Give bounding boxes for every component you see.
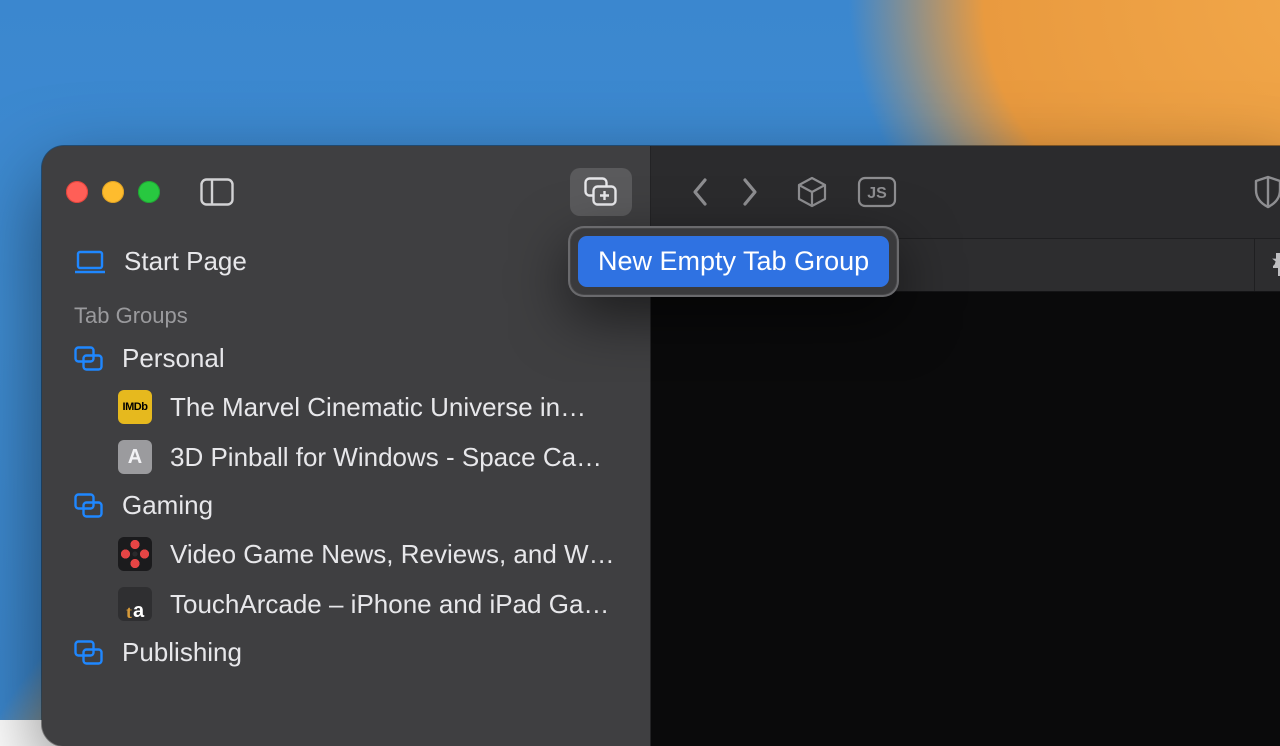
minimize-window-button[interactable] bbox=[102, 181, 124, 203]
sidebar-group-personal[interactable]: Personal bbox=[64, 335, 628, 382]
sidebar-tab-item[interactable]: A 3D Pinball for Windows - Space Ca… bbox=[64, 432, 628, 482]
menu-item-new-empty-tab-group[interactable]: New Empty Tab Group bbox=[578, 236, 889, 287]
sidebar-tab-label: 3D Pinball for Windows - Space Ca… bbox=[170, 442, 602, 473]
cube-icon[interactable] bbox=[795, 175, 829, 209]
shield-icon[interactable] bbox=[1254, 175, 1280, 209]
sidebar-tab-item[interactable]: Video Game News, Reviews, and W… bbox=[64, 529, 628, 579]
forward-button[interactable] bbox=[739, 176, 759, 208]
svg-text:JS: JS bbox=[867, 185, 887, 202]
tab-group-icon bbox=[74, 346, 104, 372]
sidebar-content: Start Page Tab Groups Personal IMDb The … bbox=[42, 238, 650, 676]
favicon-imdb: IMDb bbox=[118, 390, 152, 424]
tab-group-icon bbox=[74, 493, 104, 519]
back-button[interactable] bbox=[691, 176, 711, 208]
close-window-button[interactable] bbox=[66, 181, 88, 203]
sidebar-tab-label: TouchArcade – iPhone and iPad Ga… bbox=[170, 589, 609, 620]
sidebar-tab-label: The Marvel Cinematic Universe in… bbox=[170, 392, 586, 423]
sidebar-group-gaming[interactable]: Gaming bbox=[64, 482, 628, 529]
pin-tab-button[interactable] bbox=[1254, 239, 1280, 291]
laptop-icon bbox=[74, 250, 106, 274]
sidebar-tab-item[interactable]: IMDb The Marvel Cinematic Universe in… bbox=[64, 382, 628, 432]
sidebar: Start Page Tab Groups Personal IMDb The … bbox=[42, 146, 650, 746]
sidebar-tab-label: Video Game News, Reviews, and W… bbox=[170, 539, 615, 570]
sidebar-group-publishing[interactable]: Publishing bbox=[64, 629, 628, 676]
favicon-generic: A bbox=[118, 440, 152, 474]
sidebar-toggle-icon[interactable] bbox=[200, 178, 234, 206]
sidebar-section-header: Tab Groups bbox=[64, 285, 628, 335]
favicon-toucharcade: ta bbox=[118, 587, 152, 621]
new-tab-group-button[interactable] bbox=[570, 168, 632, 216]
favicon-ign bbox=[118, 537, 152, 571]
js-extension-icon[interactable]: JS bbox=[857, 176, 897, 208]
toolbar: JS bbox=[651, 146, 1280, 238]
tab-group-icon bbox=[74, 640, 104, 666]
window-controls bbox=[66, 181, 160, 203]
sidebar-group-label: Personal bbox=[122, 343, 225, 374]
sidebar-tab-item[interactable]: ta TouchArcade – iPhone and iPad Ga… bbox=[64, 579, 628, 629]
sidebar-item-label: Start Page bbox=[124, 246, 247, 277]
web-content[interactable] bbox=[651, 292, 1280, 746]
sidebar-group-label: Gaming bbox=[122, 490, 213, 521]
new-tab-group-menu: New Empty Tab Group bbox=[570, 228, 897, 295]
zoom-window-button[interactable] bbox=[138, 181, 160, 203]
sidebar-titlebar bbox=[42, 146, 650, 238]
sidebar-item-start-page[interactable]: Start Page bbox=[64, 238, 628, 285]
sidebar-group-label: Publishing bbox=[122, 637, 242, 668]
